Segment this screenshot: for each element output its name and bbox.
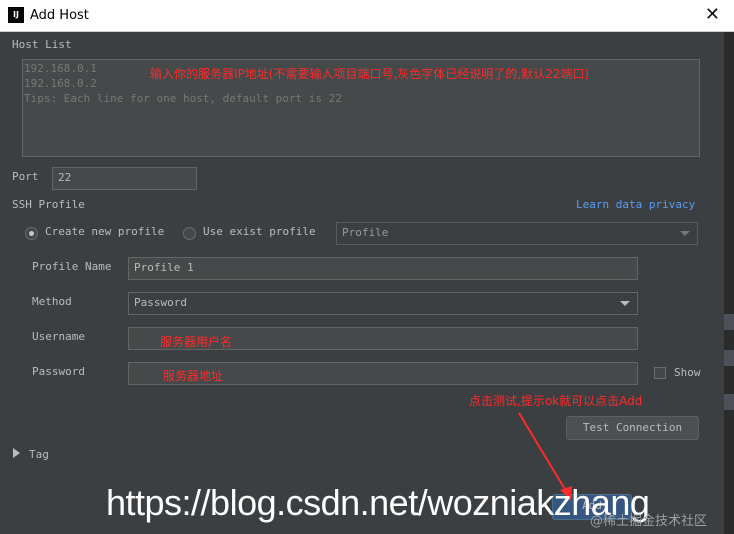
watermark-secondary: @稀土掘金技术社区 — [590, 514, 708, 529]
annotation-arrow-icon — [518, 412, 572, 500]
watermark-url: https://blog.csdn.net/wozniakzhang — [106, 482, 650, 523]
